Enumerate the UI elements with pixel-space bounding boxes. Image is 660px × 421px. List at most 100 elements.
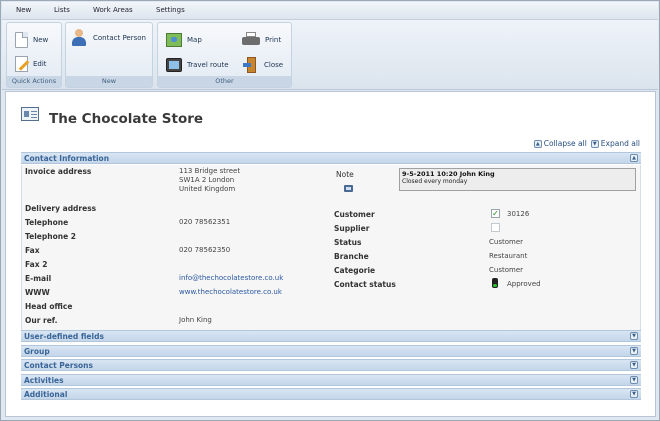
our-ref-value: John King [179,316,212,324]
map-button[interactable]: Map [166,33,202,47]
collapse-expand-links: ▲ Collapse all ▼ Expand all [533,139,640,148]
print-label: Print [265,35,282,44]
ribbon-group-quick-actions: New Edit Quick Actions [6,22,62,88]
section-title: Contact Information [24,154,110,163]
edit-button[interactable]: Edit [15,56,47,72]
traffic-light-icon [492,278,498,288]
contact-person-icon [70,29,88,47]
fax-value: 020 78562350 [179,246,231,254]
expand-all-link[interactable]: ▼ Expand all [590,139,640,148]
travel-route-icon [166,58,182,72]
www-link[interactable]: www.thechocolatestore.co.uk [179,288,282,296]
email-link[interactable]: info@thechocolatestore.co.uk [179,274,283,282]
map-icon [166,33,182,47]
customer-number: 30126 [507,210,530,218]
print-button[interactable]: Print [242,32,281,47]
contact-status-value: Approved [507,280,541,288]
section-user-defined-fields[interactable]: User-defined fields ▼ [21,330,641,342]
group-label-quick-actions: Quick Actions [7,76,61,87]
new-document-icon [15,32,28,48]
status-value: Customer [489,238,524,246]
new-button[interactable]: New [15,32,48,48]
branche-label: Branche [334,252,369,261]
menu-new[interactable]: New [16,6,31,14]
www-label: WWW [25,288,50,297]
section-contact-information[interactable]: Contact Information ▲ [21,152,641,164]
note-header: 9-5-2011 10:20 John King [402,170,495,178]
our-ref-label: Our ref. [25,316,58,325]
group-label-other: Other [158,76,291,87]
email-label: E-mail [25,274,52,283]
note-label: Note [336,170,354,179]
expand-section-icon[interactable]: ▼ [630,361,638,369]
menu-settings[interactable]: Settings [156,6,185,14]
supplier-label: Supplier [334,224,370,233]
contact-person-button[interactable]: Contact Person [70,29,146,47]
section-additional[interactable]: Additional ▼ [21,388,641,400]
branche-value: Restaurant [489,252,528,260]
delivery-address-label: Delivery address [25,204,97,213]
section-group[interactable]: Group ▼ [21,345,641,357]
categorie-label: Categorie [334,266,376,275]
expand-all-label: Expand all [600,139,640,148]
ribbon-group-new: Contact Person New [65,22,153,88]
section-title: Contact Persons [24,361,93,370]
collapse-all-label: Collapse all [543,139,587,148]
contact-card-icon [21,107,39,121]
travel-route-label: Travel route [187,61,229,69]
contact-person-label: Contact Person [93,34,146,42]
printer-icon [242,32,260,47]
ribbon-group-other: Map Travel route Print Close Other [157,22,292,88]
close-door-icon [243,57,259,73]
note-text: Closed every monday [402,178,468,185]
collapse-section-icon[interactable]: ▲ [630,154,638,162]
collapse-icon: ▲ [533,139,542,148]
section-title: Group [24,347,50,356]
status-label: Status [334,238,362,247]
contact-information-body: Invoice address 113 Bridge street SW1A 2… [21,165,641,331]
supplier-checkbox[interactable] [491,223,500,232]
travel-route-button[interactable]: Travel route [166,58,229,72]
telephone-label: Telephone [25,218,69,227]
expand-section-icon[interactable]: ▼ [630,376,638,384]
telephone2-label: Telephone 2 [25,232,76,241]
section-activities[interactable]: Activities ▼ [21,374,641,386]
invoice-address-line2: SW1A 2 London [179,176,235,184]
section-title: Activities [24,376,64,385]
close-label: Close [264,61,284,69]
close-button[interactable]: Close [243,57,283,73]
edit-button-label: Edit [33,60,47,68]
invoice-address-label: Invoice address [25,167,92,176]
map-label: Map [187,36,202,44]
new-button-label: New [33,36,49,44]
section-contact-persons[interactable]: Contact Persons ▼ [21,359,641,371]
fax2-label: Fax 2 [25,260,48,269]
head-office-label: Head office [25,302,73,311]
main-content: The Chocolate Store ▲ Collapse all ▼ Exp… [5,91,656,417]
edit-pencil-icon [15,56,28,72]
invoice-address-line1: 113 Bridge street [179,167,241,175]
invoice-address-line3: United Kingdom [179,185,236,193]
contact-status-label: Contact status [334,280,396,289]
expand-section-icon[interactable]: ▼ [630,347,638,355]
section-title: Additional [24,390,68,399]
telephone-value: 020 78562351 [179,218,231,226]
expand-section-icon[interactable]: ▼ [630,332,638,340]
collapse-all-link[interactable]: ▲ Collapse all [533,139,587,148]
fax-label: Fax [25,246,40,255]
customer-checkbox[interactable]: ✓ [491,209,500,218]
add-note-icon[interactable] [344,185,353,192]
note-box[interactable]: 9-5-2011 10:20 John King Closed every mo… [399,168,636,191]
menu-lists[interactable]: Lists [54,6,70,14]
menu-bar: New Lists Work Areas Settings [2,2,658,20]
page-title: The Chocolate Store [49,111,204,127]
customer-label: Customer [334,210,375,219]
window-frame: New Lists Work Areas Settings New Edit Q… [0,0,660,421]
ribbon: New Edit Quick Actions Contact Person Ne… [2,20,658,90]
categorie-value: Customer [489,266,524,274]
group-label-new: New [66,76,152,87]
expand-section-icon[interactable]: ▼ [630,390,638,398]
expand-icon: ▼ [590,139,599,148]
menu-work-areas[interactable]: Work Areas [93,6,133,14]
section-title: User-defined fields [24,332,104,341]
